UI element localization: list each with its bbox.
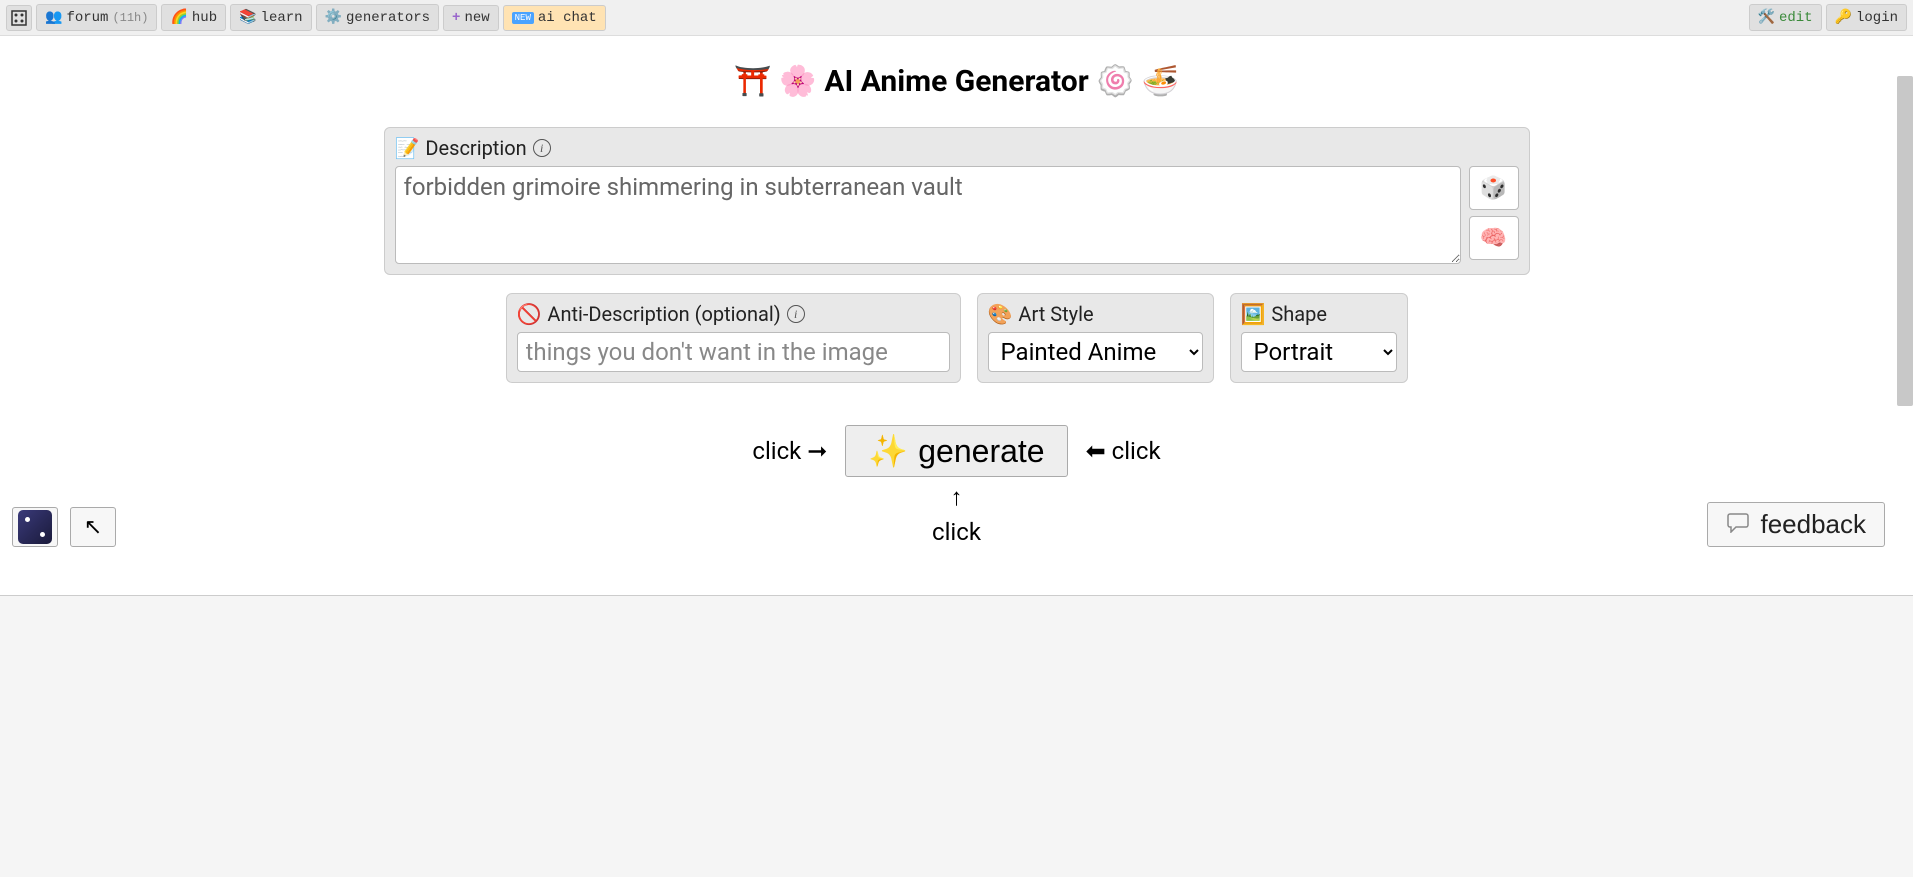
form-area: 📝 Description i 🎲 🧠 🚫: [384, 127, 1530, 546]
aichat-label: ai chat: [538, 10, 597, 26]
new-badge-icon: NEW: [512, 12, 534, 24]
speech-icon: [1726, 509, 1750, 540]
bottom-left-controls: ↖: [12, 507, 116, 547]
feedback-button[interactable]: feedback: [1707, 502, 1885, 547]
bottom-blank-area: [0, 596, 1913, 877]
click-below-hint: click: [384, 518, 1530, 546]
forum-time: (11h): [112, 11, 148, 25]
click-right-hint: ⬅ click: [1086, 437, 1161, 465]
bottom-right-controls: feedback: [1707, 502, 1885, 547]
description-side-buttons: 🎲 🧠: [1469, 166, 1519, 260]
anti-label: Anti-Description (optional): [547, 302, 780, 326]
description-row: 🎲 🧠: [395, 166, 1519, 264]
new-label: new: [464, 10, 489, 26]
brain-button[interactable]: 🧠: [1469, 216, 1519, 260]
art-style-select[interactable]: Painted Anime: [988, 332, 1203, 372]
edit-button[interactable]: 🛠️ edit: [1749, 4, 1822, 31]
generators-label: generators: [346, 10, 430, 26]
shape-label-row: 🖼️ Shape: [1241, 302, 1397, 326]
generators-button[interactable]: ⚙️ generators: [316, 4, 439, 31]
anti-description-panel: 🚫 Anti-Description (optional) i: [506, 293, 961, 383]
topbar: 👥 forum (11h) 🌈 hub 📚 learn ⚙️ generator…: [0, 0, 1913, 36]
topbar-right: 🛠️ edit 🔑 login: [1749, 4, 1908, 31]
edit-label: edit: [1779, 10, 1813, 26]
hub-label: hub: [192, 10, 217, 26]
forum-label: forum: [66, 10, 108, 26]
shape-label: Shape: [1271, 302, 1327, 326]
description-label: Description: [425, 136, 526, 160]
picture-icon: 🖼️: [1241, 302, 1266, 326]
generate-button[interactable]: ✨ generate: [845, 425, 1067, 477]
new-button[interactable]: + new: [443, 5, 499, 31]
scrollbar-thumb[interactable]: [1897, 76, 1913, 406]
topbar-left: 👥 forum (11h) 🌈 hub 📚 learn ⚙️ generator…: [6, 4, 606, 31]
brain-icon: 🧠: [1480, 226, 1507, 251]
shape-select[interactable]: Portrait: [1241, 332, 1397, 372]
arrow-upleft-icon: ↖: [84, 515, 102, 540]
sparkles-icon: ✨: [868, 432, 908, 470]
palette-icon: 🎨: [988, 302, 1013, 326]
title-right-emoji: 🍥 🍜: [1097, 64, 1179, 99]
description-panel: 📝 Description i 🎲 🧠: [384, 127, 1530, 275]
forum-button[interactable]: 👥 forum (11h): [36, 4, 157, 31]
gears-icon: ⚙️: [325, 9, 342, 26]
description-label-row: 📝 Description i: [395, 136, 1519, 160]
books-icon: 📚: [239, 9, 256, 26]
prohibit-icon: 🚫: [517, 302, 542, 326]
info-icon[interactable]: i: [787, 305, 805, 323]
dice-button[interactable]: 🎲: [1469, 166, 1519, 210]
rainbow-icon: 🌈: [170, 9, 187, 26]
collapse-arrow-button[interactable]: ↖: [70, 507, 116, 547]
options-row: 🚫 Anti-Description (optional) i 🎨 Art St…: [384, 293, 1530, 383]
title-left-emoji: ⛩️ 🌸: [734, 64, 816, 99]
wrench-icon: 🛠️: [1758, 9, 1775, 26]
info-icon[interactable]: i: [533, 139, 551, 157]
page-title: ⛩️ 🌸 AI Anime Generator 🍥 🍜: [0, 64, 1913, 99]
title-text: AI Anime Generator: [824, 64, 1088, 99]
anti-description-input[interactable]: [517, 332, 950, 372]
art-style-label: Art Style: [1018, 302, 1093, 326]
learn-label: learn: [261, 10, 303, 26]
key-icon: 🔑: [1835, 9, 1852, 26]
dice-square-icon: [18, 510, 52, 544]
content-area: ⛩️ 🌸 AI Anime Generator 🍥 🍜 📝 Descriptio…: [0, 36, 1913, 596]
art-style-panel: 🎨 Art Style Painted Anime: [977, 293, 1214, 383]
aichat-button[interactable]: NEW ai chat: [503, 5, 606, 31]
click-up-arrow: ↑: [384, 483, 1530, 512]
login-button[interactable]: 🔑 login: [1826, 4, 1907, 31]
dice-icon: 🎲: [1480, 176, 1507, 201]
gallery-dice-button[interactable]: [12, 507, 58, 547]
feedback-label: feedback: [1760, 509, 1866, 540]
description-input[interactable]: [395, 166, 1461, 264]
click-left-hint: click ➞: [752, 437, 827, 465]
learn-button[interactable]: 📚 learn: [230, 4, 311, 31]
shape-panel: 🖼️ Shape Portrait: [1230, 293, 1408, 383]
menu-dice-icon[interactable]: [6, 5, 32, 31]
login-label: login: [1856, 10, 1898, 26]
pencil-icon: 📝: [395, 136, 420, 160]
plus-icon: +: [452, 10, 460, 26]
people-icon: 👥: [45, 9, 62, 26]
art-style-label-row: 🎨 Art Style: [988, 302, 1203, 326]
hub-button[interactable]: 🌈 hub: [161, 4, 226, 31]
generate-label: generate: [918, 433, 1044, 470]
anti-label-row: 🚫 Anti-Description (optional) i: [517, 302, 950, 326]
generate-row: click ➞ ✨ generate ⬅ click: [384, 425, 1530, 477]
